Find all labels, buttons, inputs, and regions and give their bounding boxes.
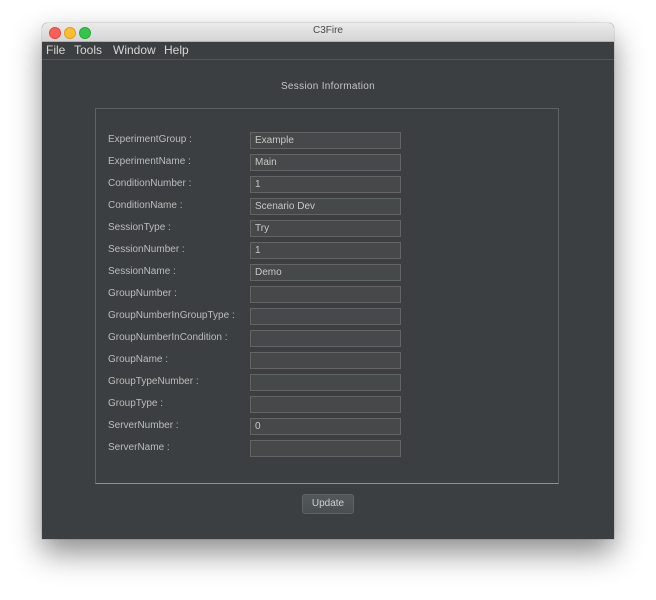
menu-tools[interactable]: Tools (74, 42, 102, 58)
group-number-in-group-type-input[interactable] (250, 308, 401, 325)
group-number-in-condition-label: GroupNumberInCondition : (108, 332, 228, 343)
session-name-input[interactable] (250, 264, 401, 281)
group-name-label: GroupName : (108, 354, 169, 365)
condition-name-label: ConditionName : (108, 200, 183, 211)
group-number-in-condition-input[interactable] (250, 330, 401, 347)
server-name-input[interactable] (250, 440, 401, 457)
session-name-label: SessionName : (108, 266, 176, 277)
group-number-label: GroupNumber : (108, 288, 177, 299)
form-row-group-name: GroupName : (96, 352, 560, 370)
experiment-group-label: ExperimentGroup : (108, 134, 192, 145)
condition-number-input[interactable] (250, 176, 401, 193)
form-row-server-name: ServerName : (96, 440, 560, 458)
form-row-group-number: GroupNumber : (96, 286, 560, 304)
group-type-number-label: GroupTypeNumber : (108, 376, 199, 387)
condition-number-label: ConditionNumber : (108, 178, 192, 189)
form-row-group-number-in-condition: GroupNumberInCondition : (96, 330, 560, 348)
menu-window[interactable]: Window (113, 42, 156, 58)
panel-heading: Session Information (280, 81, 376, 92)
experiment-group-input[interactable] (250, 132, 401, 149)
form-row-condition-name: ConditionName : (96, 198, 560, 216)
form-row-session-type: SessionType : (96, 220, 560, 238)
session-number-label: SessionNumber : (108, 244, 185, 255)
title-bar: C3Fire (42, 23, 614, 42)
form-row-session-name: SessionName : (96, 264, 560, 282)
group-type-number-input[interactable] (250, 374, 401, 391)
group-number-in-group-type-label: GroupNumberInGroupType : (108, 310, 235, 321)
server-name-label: ServerName : (108, 442, 170, 453)
group-type-input[interactable] (250, 396, 401, 413)
session-type-label: SessionType : (108, 222, 171, 233)
form-row-group-type: GroupType : (96, 396, 560, 414)
group-number-input[interactable] (250, 286, 401, 303)
form-row-experiment-group: ExperimentGroup : (96, 132, 560, 150)
server-number-label: ServerNumber : (108, 420, 179, 431)
experiment-name-input[interactable] (250, 154, 401, 171)
menu-bar: File Tools Window Help (42, 42, 614, 60)
form-row-condition-number: ConditionNumber : (96, 176, 560, 194)
form-row-group-number-in-group-type: GroupNumberInGroupType : (96, 308, 560, 326)
session-info-panel: ExperimentGroup : ExperimentName : Condi… (95, 108, 559, 484)
session-number-input[interactable] (250, 242, 401, 259)
form-row-server-number: ServerNumber : (96, 418, 560, 436)
session-type-input[interactable] (250, 220, 401, 237)
window-title: C3Fire (312, 25, 343, 36)
condition-name-input[interactable] (250, 198, 401, 215)
form-row-experiment-name: ExperimentName : (96, 154, 560, 172)
form-row-group-type-number: GroupTypeNumber : (96, 374, 560, 392)
app-window: C3Fire File Tools Window Help Session In… (42, 23, 614, 539)
update-button[interactable]: Update (302, 494, 354, 514)
menu-file[interactable]: File (46, 42, 65, 58)
menu-help[interactable]: Help (164, 42, 189, 58)
group-type-label: GroupType : (108, 398, 164, 409)
group-name-input[interactable] (250, 352, 401, 369)
experiment-name-label: ExperimentName : (108, 156, 191, 167)
server-number-input[interactable] (250, 418, 401, 435)
form-row-session-number: SessionNumber : (96, 242, 560, 260)
